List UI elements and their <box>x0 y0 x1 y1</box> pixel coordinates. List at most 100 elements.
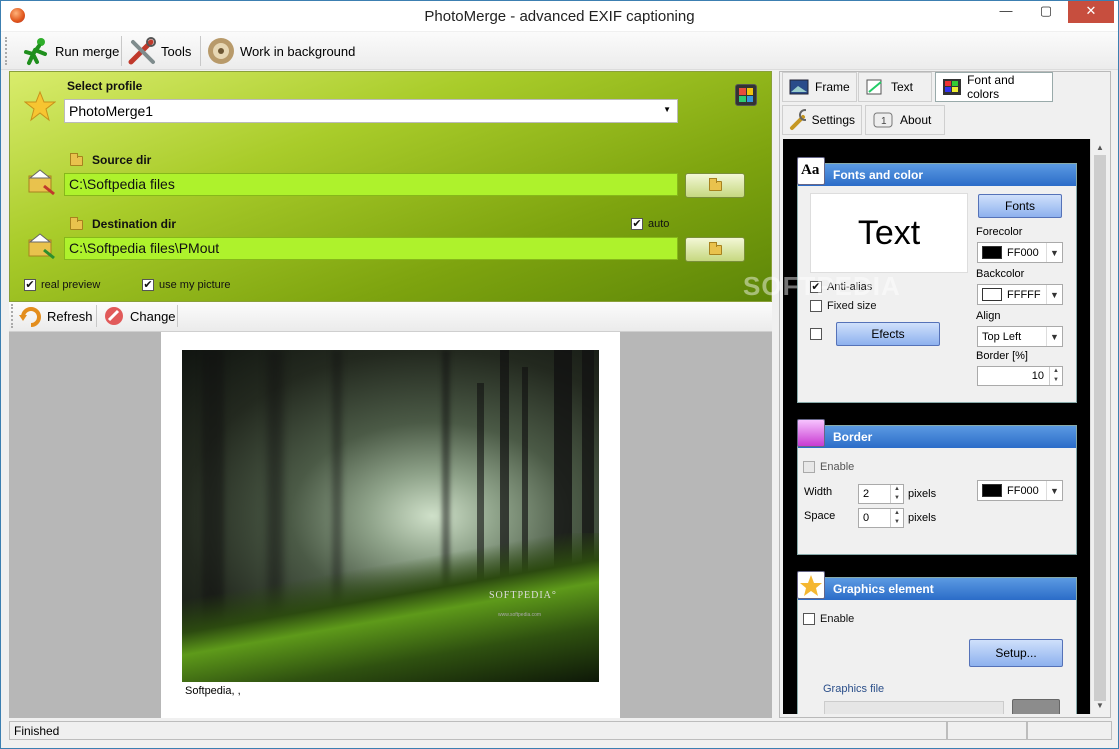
toolbar-separator <box>96 305 97 327</box>
photo-caption: Softpedia, , <box>185 685 241 697</box>
wrench-icon <box>790 109 806 130</box>
border-width-value: 2 <box>863 488 870 500</box>
app-window: PhotoMerge - advanced EXIF captioning — … <box>0 0 1119 749</box>
forecolor-swatch <box>982 246 1002 259</box>
border-space-stepper[interactable]: 0 ▲ ▼ <box>858 508 904 528</box>
real-preview-checkbox[interactable]: ✔ real preview <box>24 279 100 291</box>
source-dir-input[interactable]: C:\Softpedia files <box>64 173 678 196</box>
fonts-button[interactable]: Fonts <box>978 194 1062 218</box>
spin-arrows-icon[interactable]: ▲ ▼ <box>1049 367 1062 385</box>
effects-check-box[interactable] <box>810 328 822 340</box>
tab-font-and-colors[interactable]: Font and colors <box>935 72 1053 102</box>
graphics-enable-checkbox[interactable]: Enable <box>803 613 854 625</box>
toolbar-grip[interactable] <box>5 37 8 65</box>
refresh-label: Refresh <box>47 308 93 324</box>
effects-checkbox[interactable] <box>810 328 822 340</box>
browse-destination-button[interactable] <box>685 237 745 262</box>
border-percent-label: Border [%] <box>976 350 1028 362</box>
frame-icon <box>789 79 809 95</box>
spin-arrows-icon[interactable]: ▲ ▼ <box>890 509 903 527</box>
destination-folder-icon <box>28 233 55 260</box>
preview-page: SOFTPEDIA° www.softpedia.com Softpedia, … <box>161 332 620 718</box>
work-in-background-label: Work in background <box>240 43 356 59</box>
destination-dir-label: Destination dir <box>92 217 177 231</box>
chevron-down-icon: ▼ <box>1046 327 1062 346</box>
forecolor-select[interactable]: FF000 ▼ <box>977 242 1063 263</box>
use-my-picture-checkbox[interactable]: ✔ use my picture <box>142 279 231 291</box>
preview-toolbar: Refresh Change <box>9 302 772 332</box>
color-scheme-button[interactable] <box>735 84 757 106</box>
backcolor-select[interactable]: FFFFF ▼ <box>977 284 1063 305</box>
folder-icon <box>708 177 722 191</box>
toolbar-separator <box>200 36 201 66</box>
backcolor-value: FFFFF <box>1007 288 1041 301</box>
align-label: Align <box>976 310 1001 322</box>
auto-label: auto <box>648 218 670 230</box>
scroll-thumb[interactable] <box>1094 155 1106 701</box>
options-scroll-area: Fonts and color Aa Text Fonts Forecolor … <box>783 139 1090 714</box>
toolbar-grip[interactable] <box>11 304 14 328</box>
graphics-file-browse-button[interactable] <box>1012 699 1060 714</box>
close-button[interactable]: ✕ <box>1068 1 1114 23</box>
maximize-button[interactable]: ▢ <box>1030 1 1062 23</box>
tools-button[interactable]: Tools <box>127 36 191 66</box>
destination-dir-input[interactable]: C:\Softpedia files\PMout <box>64 237 678 260</box>
refresh-icon <box>19 307 41 327</box>
auto-checkbox[interactable]: ✔ auto <box>631 218 669 230</box>
tab-settings-label: Settings <box>811 113 855 127</box>
auto-check-mark[interactable]: ✔ <box>631 218 643 230</box>
space-label: Space <box>804 510 836 522</box>
change-label: Change <box>130 308 176 324</box>
select-profile-label: Select profile <box>67 79 143 93</box>
options-scrollbar[interactable]: ▲ ▼ <box>1090 139 1108 714</box>
run-merge-button[interactable]: Run merge <box>21 36 119 66</box>
use-my-picture-check-mark[interactable]: ✔ <box>142 279 154 291</box>
tab-font-and-colors-label: Font and colors <box>967 73 1015 101</box>
forecolor-label: Forecolor <box>976 226 1023 238</box>
toolbar-separator <box>177 305 178 327</box>
efects-button[interactable]: Efects <box>836 322 940 346</box>
tab-settings[interactable]: Settings <box>782 105 862 135</box>
border-color-value: FF000 <box>1007 484 1039 497</box>
align-value: Top Left <box>982 330 1022 343</box>
border-enable-check-box[interactable] <box>803 461 815 473</box>
border-section: Border Enable Width 2 ▲ ▼ pixels Space 0 ▲ ▼… <box>797 419 1077 555</box>
border-color-select[interactable]: FF000 ▼ <box>977 480 1063 501</box>
browse-source-button[interactable] <box>685 173 745 198</box>
tab-about[interactable]: 1 About <box>865 105 945 135</box>
border-percent-stepper[interactable]: 10 ▲ ▼ <box>977 366 1063 386</box>
real-preview-check-mark[interactable]: ✔ <box>24 279 36 291</box>
align-select[interactable]: Top Left ▼ <box>977 326 1063 347</box>
run-merge-label: Run merge <box>55 43 120 59</box>
backcolor-swatch <box>982 288 1002 301</box>
change-icon <box>105 307 123 325</box>
change-button[interactable]: Change <box>102 304 176 328</box>
softpedia-watermark: SOFTPEDIA <box>743 271 901 301</box>
graphics-enable-label: Enable <box>820 613 855 625</box>
profile-select[interactable]: PhotoMerge1 ▼ <box>64 99 678 123</box>
tab-frame[interactable]: Frame <box>782 72 857 102</box>
border-width-stepper[interactable]: 2 ▲ ▼ <box>858 484 904 504</box>
status-bar: Finished <box>9 721 1112 741</box>
spin-arrows-icon[interactable]: ▲ ▼ <box>890 485 903 503</box>
setup-button[interactable]: Setup... <box>969 639 1063 667</box>
photo-watermark: SOFTPEDIA° <box>489 590 557 601</box>
graphics-file-input[interactable] <box>824 701 1004 714</box>
use-my-picture-label: use my picture <box>159 279 231 291</box>
minimize-button[interactable]: — <box>990 1 1022 23</box>
scroll-up-icon[interactable]: ▲ <box>1096 143 1104 152</box>
svg-text:1: 1 <box>881 116 887 127</box>
real-preview-label: real preview <box>41 279 101 291</box>
window-title: PhotoMerge - advanced EXIF captioning <box>424 8 695 25</box>
gear-disc-icon <box>208 38 234 64</box>
tab-text[interactable]: Text <box>858 72 932 102</box>
work-in-background-button[interactable]: Work in background <box>206 36 355 66</box>
title-bar: PhotoMerge - advanced EXIF captioning — … <box>1 1 1118 31</box>
graphics-enable-check-box[interactable] <box>803 613 815 625</box>
refresh-button[interactable]: Refresh <box>19 304 93 328</box>
running-man-icon <box>24 38 47 65</box>
status-panel-3 <box>1027 721 1112 740</box>
chevron-down-icon: ▼ <box>663 105 671 114</box>
border-enable-checkbox[interactable]: Enable <box>803 461 854 473</box>
scroll-down-icon[interactable]: ▼ <box>1096 701 1104 710</box>
